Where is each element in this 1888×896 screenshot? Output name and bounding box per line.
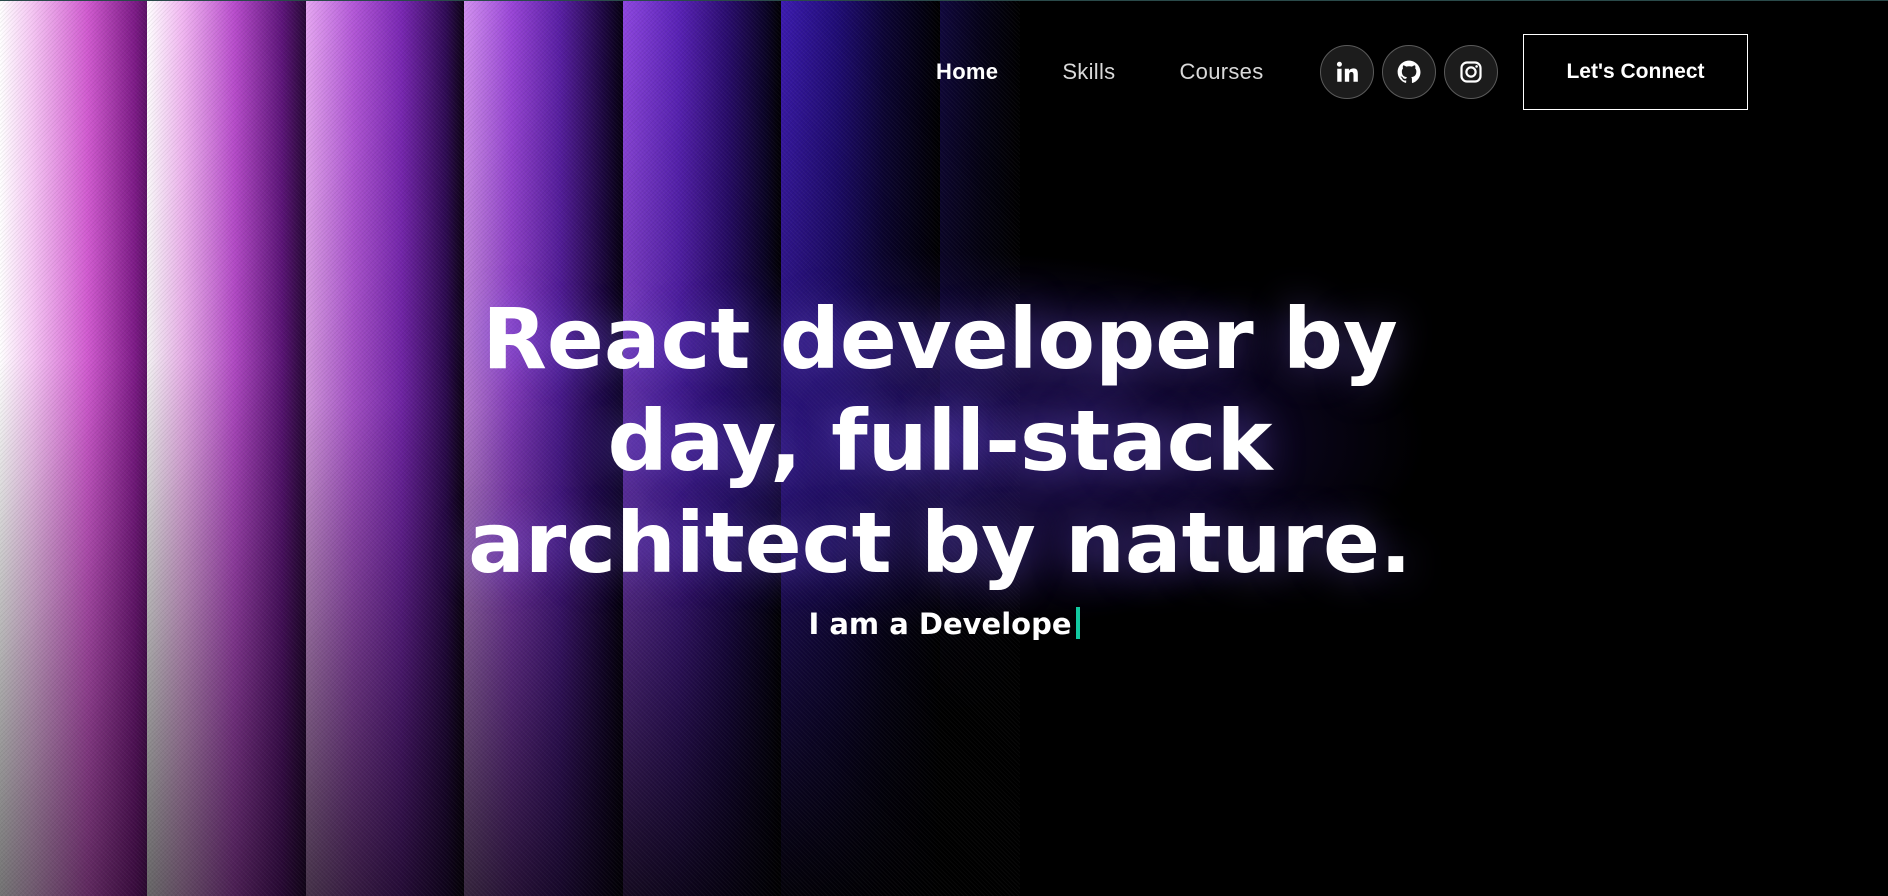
typing-text: I am a Develope [808, 607, 1072, 641]
nav-link-skills[interactable]: Skills [1062, 59, 1115, 85]
nav-link-courses[interactable]: Courses [1179, 59, 1263, 85]
social-links [1320, 45, 1506, 99]
github-icon [1397, 60, 1421, 83]
instagram-button[interactable] [1444, 45, 1498, 99]
navbar: Home Skills Courses Let's Connect [0, 34, 1888, 110]
lets-connect-button[interactable]: Let's Connect [1523, 34, 1748, 110]
typing-caret [1075, 607, 1080, 639]
hero-title-line: architect by nature. [468, 494, 1412, 592]
top-divider [0, 0, 1888, 1]
linkedin-icon [1336, 61, 1358, 82]
hero-title: React developer by day, full-stack archi… [440, 288, 1440, 594]
typing-subtitle: I am a Develope [0, 604, 1888, 644]
nav-link-home[interactable]: Home [936, 59, 998, 85]
linkedin-button[interactable] [1320, 45, 1374, 99]
page: Home Skills Courses Let's Connect React … [0, 0, 1888, 896]
instagram-icon [1460, 61, 1482, 83]
github-button[interactable] [1382, 45, 1436, 99]
nav-links: Home Skills Courses [936, 34, 1264, 110]
hero-title-line: day, full-stack [607, 392, 1273, 490]
hero-title-line: React developer by [482, 290, 1398, 388]
